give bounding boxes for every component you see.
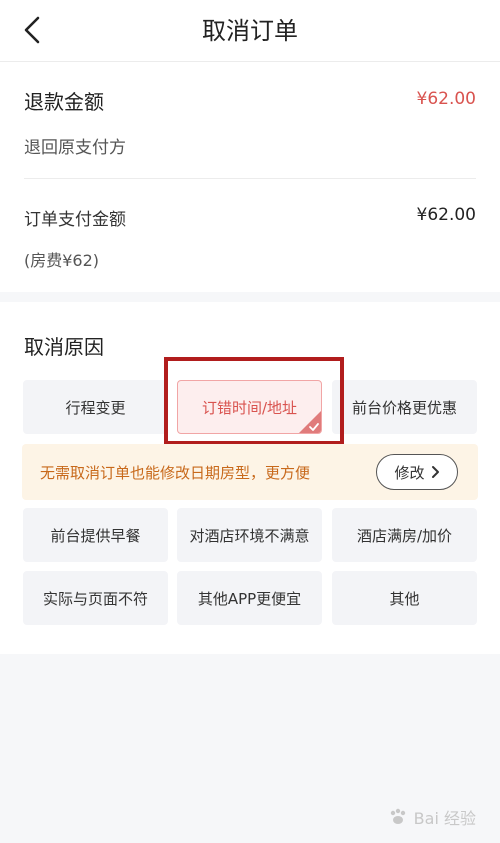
modify-tip-bar: 无需取消订单也能修改日期房型，更方便 修改 [22,444,478,500]
reason-option-wrong-time-address[interactable]: 订错时间/地址 [177,380,322,434]
reason-option-front-desk-cheaper[interactable]: 前台价格更优惠 [332,380,477,434]
chevron-right-icon [431,466,439,478]
reason-option-label: 行程变更 [65,398,126,417]
reason-option-label: 其他 [389,589,420,608]
watermark-text: Bai 经验 [413,809,476,828]
room-fee-detail: (房费¥62) [24,251,100,270]
modify-button[interactable]: 修改 [376,454,458,490]
modify-button-label: 修改 [394,463,425,482]
reason-option-label: 实际与页面不符 [42,589,148,608]
reason-option-breakfast[interactable]: 前台提供早餐 [23,508,168,562]
reason-option-label: 订错时间/地址 [201,398,298,417]
reason-option-label: 对酒店环境不满意 [189,526,310,545]
divider [24,178,476,179]
reason-option-hotel-full[interactable]: 酒店满房/加价 [332,508,477,562]
payment-amount-label: 订单支付金额 [24,210,126,230]
header-bar: 取消订单 [0,0,500,62]
reason-option-other-app[interactable]: 其他APP更便宜 [177,571,322,625]
watermark: Bai 经验 [388,805,476,829]
reason-option-other[interactable]: 其他 [332,571,477,625]
reason-option-mismatch[interactable]: 实际与页面不符 [23,571,168,625]
reasons-title: 取消原因 [24,335,104,359]
check-icon [299,411,321,433]
page-title: 取消订单 [202,17,298,45]
reason-option-environment[interactable]: 对酒店环境不满意 [177,508,322,562]
paw-icon [390,808,405,824]
reason-option-label: 前台价格更优惠 [351,398,457,417]
refund-amount-label: 退款金额 [24,90,104,114]
reason-option-label: 酒店满房/加价 [356,526,453,545]
modify-tip-text: 无需取消订单也能修改日期房型，更方便 [40,464,311,482]
refund-amount-value: ¥62.00 [416,89,476,109]
refund-method: 退回原支付方 [24,138,126,158]
payment-amount-value: ¥62.00 [416,205,476,225]
reason-option-label: 其他APP更便宜 [197,589,302,608]
reason-option-trip-change[interactable]: 行程变更 [23,380,168,434]
reason-option-label: 前台提供早餐 [50,526,141,545]
